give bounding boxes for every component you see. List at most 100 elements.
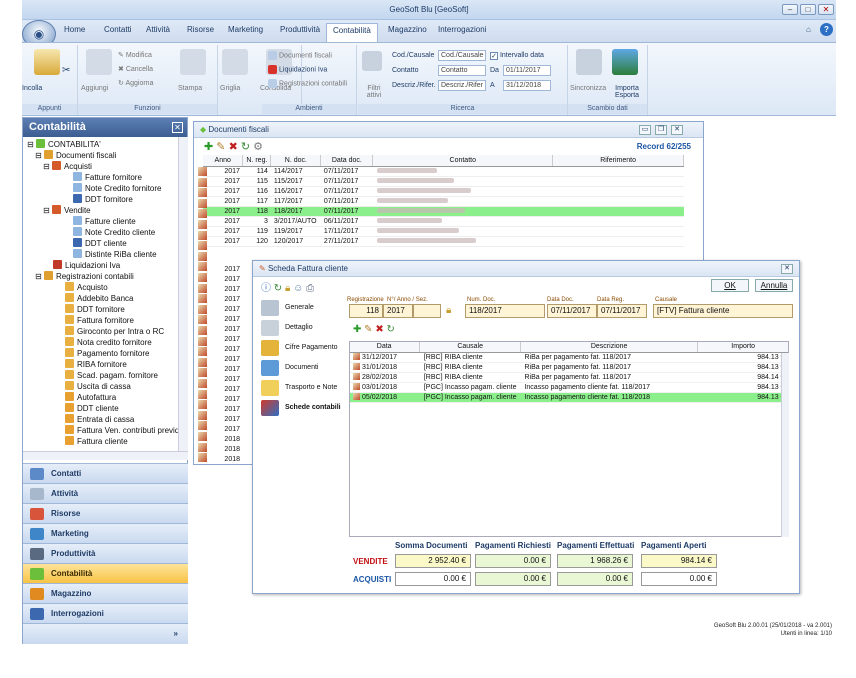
side-tab-cifre-pagamento[interactable]: Cifre Pagamento [259, 337, 338, 359]
tab-contatti[interactable]: Contatti [104, 25, 132, 34]
tree-item[interactable]: Entrata di cassa [65, 414, 134, 425]
tab-interrogazioni[interactable]: Interrogazioni [438, 25, 486, 34]
entries-scrollbar[interactable] [781, 353, 789, 537]
nav-marketing[interactable]: Marketing [23, 523, 188, 543]
liquidazioni-iva-button[interactable]: Liquidazioni Iva [268, 65, 327, 74]
tree-item[interactable]: ⊟ Registrazioni contabili [35, 271, 134, 282]
close-window-button[interactable]: ✕ [671, 125, 683, 135]
tree-item[interactable]: Uscita di cassa [65, 381, 131, 392]
tree-item[interactable]: Scad. pagam. fornitore [65, 370, 158, 381]
tree-item[interactable]: Note Credito cliente [73, 227, 155, 238]
reg-number-field[interactable]: 118 [349, 304, 383, 318]
minimize-button[interactable]: – [782, 4, 798, 15]
tree-item[interactable]: Acquisto [65, 282, 108, 293]
side-tab-dettaglio[interactable]: Dettaglio [259, 317, 313, 339]
nav-contabilita[interactable]: Contabilità [23, 563, 188, 583]
column-header[interactable]: Importo [697, 341, 789, 353]
tab-contabilita[interactable]: Contabilità [326, 23, 378, 42]
table-row[interactable]: 2017 115 115/2017 07/11/2017 [203, 176, 684, 187]
add-button[interactable]: Aggiungi [81, 85, 108, 92]
nav-more-chevron-icon[interactable]: » [23, 623, 188, 644]
column-header[interactable]: Anno [203, 155, 244, 167]
table-row[interactable]: 31/12/2017 [RBC] RIBA cliente RiBa per pag… [349, 352, 789, 363]
delete-icon[interactable]: ✖ [229, 141, 238, 153]
side-tab-schede-contabili[interactable]: Schede contabili [259, 397, 341, 419]
restore-window-button[interactable]: ❐ [655, 125, 667, 135]
tab-magazzino[interactable]: Magazzino [388, 25, 427, 34]
date-to-input[interactable]: 31/12/2018 [503, 80, 551, 91]
lock-icon[interactable]: 🔒︎ [285, 283, 290, 294]
table-row[interactable]: 28/02/2018 [RBC] RIBA cliente RiBa per pag… [349, 372, 789, 383]
paste-button[interactable]: Incolla [22, 85, 42, 92]
nav-contatti[interactable]: Contatti [23, 463, 188, 483]
tree-item[interactable]: Liquidazioni Iva [53, 260, 120, 271]
registrazioni-contabili-button[interactable]: Registrazioni contabili [268, 79, 347, 88]
tab-home[interactable]: Home [64, 25, 85, 34]
tab-risorse[interactable]: Risorse [187, 25, 214, 34]
tree-item[interactable]: ⊟ Acquisti [43, 161, 92, 172]
import-export-button[interactable]: Importa Esporta [612, 85, 642, 99]
cut-icon[interactable]: ✂ [62, 65, 70, 76]
refresh-icon[interactable]: ↻ [241, 141, 250, 153]
minimize-window-button[interactable]: ▭ [639, 125, 651, 135]
column-header[interactable]: N. reg. [242, 155, 272, 167]
print-icon[interactable]: ⎙ [306, 283, 314, 294]
refresh-button[interactable]: ↻ Aggiorna [118, 79, 153, 87]
contatto-input[interactable]: Contatto [438, 65, 486, 76]
nav-produttivita[interactable]: Produttività [23, 543, 188, 563]
table-row[interactable]: 2017 117 117/2017 07/11/2017 [203, 196, 684, 207]
tree-item[interactable]: Fatture fornitore [73, 172, 142, 183]
tree-item[interactable]: DDT fornitore [73, 194, 133, 205]
table-row[interactable]: 2017 116 116/2017 07/11/2017 [203, 186, 684, 197]
side-tab-generale[interactable]: Generale [259, 297, 314, 319]
close-button[interactable]: ✕ [818, 4, 834, 15]
column-header[interactable]: Causale [419, 341, 521, 353]
grid-button[interactable]: Griglia [220, 85, 240, 92]
causale-field[interactable]: [FTV] Fattura cliente [653, 304, 793, 318]
table-row[interactable]: 03/01/2018 [PGC] Incasso pagam. cliente In… [349, 382, 789, 393]
tree-item[interactable]: ⊟ Documenti fiscali [35, 150, 116, 161]
tree-item[interactable]: Note Credito fornitore [73, 183, 161, 194]
reg-year-field[interactable]: 2017 [383, 304, 413, 318]
column-header[interactable]: Riferimento [552, 155, 684, 167]
add-icon[interactable]: ✚ [353, 324, 361, 335]
documenti-fiscali-button[interactable]: Documenti fiscali [268, 51, 332, 60]
intervallo-data-checkbox[interactable]: ✓ Intervallo data [490, 52, 544, 60]
maximize-button[interactable]: □ [800, 4, 816, 15]
descriz-input[interactable]: Descriz./Rifer [438, 80, 486, 91]
nav-interrogazioni[interactable]: Interrogazioni [23, 603, 188, 623]
filter-icon[interactable]: ⚙ [253, 141, 263, 153]
side-tab-trasporto[interactable]: Trasporto e Note [259, 377, 337, 399]
ok-button[interactable]: OK [711, 279, 749, 292]
nav-risorse[interactable]: Risorse [23, 503, 188, 523]
delete-button[interactable]: ✖ Cancella [118, 65, 153, 73]
reg-section-field[interactable] [413, 304, 441, 318]
tree-item[interactable]: Fattura fornitore [65, 315, 134, 326]
tree-item[interactable]: Fattura Ven. contributi previd [65, 425, 179, 436]
modify-button[interactable]: ✎ Modifica [118, 51, 152, 59]
sync-button[interactable]: Sincronizza [570, 85, 606, 92]
refresh-icon[interactable]: ↻ [387, 324, 395, 335]
tree-item[interactable]: Giroconto per Intra o RC [65, 326, 164, 337]
column-header[interactable]: Data [349, 341, 421, 353]
table-row[interactable]: 2017 118 118/2017 07/11/2017 [203, 206, 684, 217]
lock-icon[interactable]: 🔒︎ [446, 305, 451, 316]
table-row[interactable]: 05/02/2018 [PGC] Incasso pagam. cliente In… [349, 392, 789, 403]
cancel-button[interactable]: Annulla [755, 279, 793, 292]
refresh-icon[interactable]: ↻ [274, 283, 282, 294]
tree-item[interactable]: Fattura cliente [65, 436, 128, 447]
close-dialog-button[interactable]: ✕ [781, 264, 793, 274]
edit-icon[interactable]: ✎ [364, 324, 372, 335]
tree-item[interactable]: Autofattura [65, 392, 116, 403]
active-filters-button[interactable]: Filtri attivi [360, 85, 388, 99]
nav-magazzino[interactable]: Magazzino [23, 583, 188, 603]
side-tab-documenti[interactable]: Documenti [259, 357, 318, 379]
tree-horizontal-scrollbar[interactable] [23, 451, 188, 460]
tab-marketing[interactable]: Marketing [228, 25, 263, 34]
info-icon[interactable]: ⓘ [261, 283, 271, 294]
column-header[interactable]: Contatto [372, 155, 554, 167]
cod-causale-input[interactable]: Cod./Causale [438, 50, 486, 61]
table-row[interactable]: 2017 119 119/2017 17/11/2017 [203, 226, 684, 237]
tree-item[interactable]: ⊟ CONTABILITA' [27, 139, 101, 150]
tab-attivita[interactable]: Attività [146, 25, 170, 34]
